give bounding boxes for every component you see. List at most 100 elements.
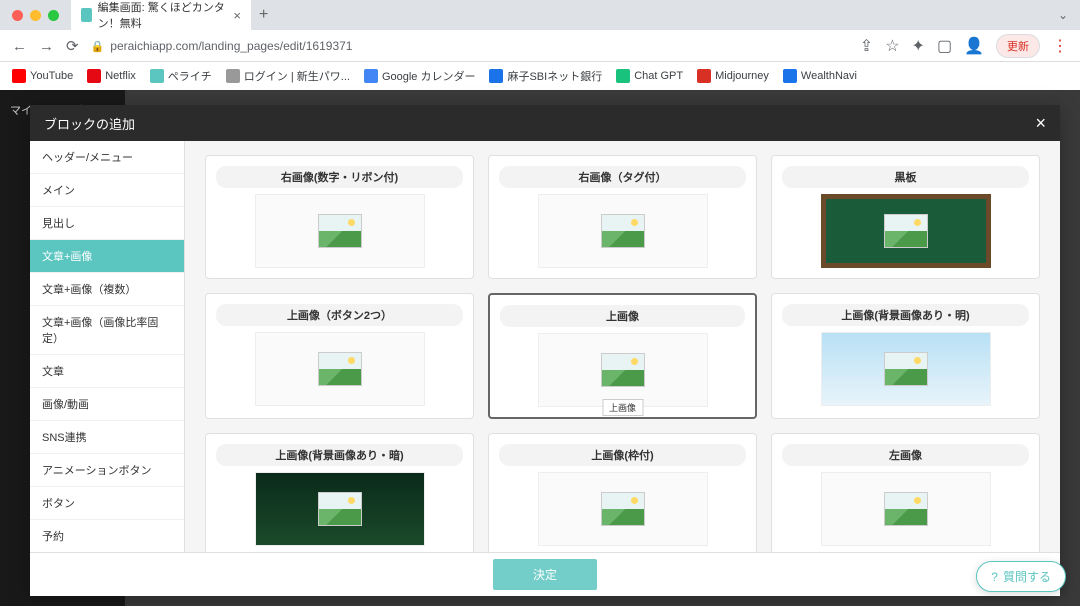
help-button[interactable]: ? 質問する — [976, 561, 1066, 592]
tab-bar: 編集画面: 驚くほどカンタン！無料 × + ⌄ — [0, 0, 1080, 30]
sidebar-item[interactable]: 文章+画像（複数） — [30, 273, 184, 306]
tabs-menu-icon[interactable]: ⌄ — [1058, 8, 1068, 22]
bookmark-icon — [87, 69, 101, 83]
sidebar-item[interactable]: 文章+画像 — [30, 240, 184, 273]
bookmark-item[interactable]: Netflix — [87, 69, 136, 83]
menu-icon[interactable]: ⋮ — [1052, 36, 1068, 56]
modal-footer: 決定 — [30, 552, 1060, 596]
bookmark-star-icon[interactable]: ☆ — [885, 36, 899, 56]
template-card[interactable]: 上画像(背景画像あり・暗) — [205, 433, 474, 552]
template-card[interactable]: 右画像(数字・リボン付) — [205, 155, 474, 279]
add-block-modal: ブロックの追加 × ヘッダー/メニューメイン見出し文章+画像文章+画像（複数）文… — [30, 105, 1060, 596]
bookmark-label: Netflix — [105, 70, 136, 82]
bookmark-item[interactable]: ペライチ — [150, 68, 212, 84]
bookmark-icon — [364, 69, 378, 83]
bookmark-icon — [616, 69, 630, 83]
close-tab-icon[interactable]: × — [233, 8, 241, 23]
sidebar-item[interactable]: アニメーションボタン — [30, 454, 184, 487]
bookmark-label: WealthNavi — [801, 70, 857, 82]
modal-header: ブロックの追加 × — [30, 105, 1060, 141]
sidebar-item[interactable]: 文章+画像（画像比率固定） — [30, 306, 184, 355]
bookmarks-bar: YouTube Netflix ペライチ ログイン | 新生パワ... Google カ… — [0, 62, 1080, 90]
template-preview — [255, 332, 425, 406]
bookmark-item[interactable]: WealthNavi — [783, 69, 857, 83]
sidebar-item[interactable]: 文章 — [30, 355, 184, 388]
modal-title: ブロックの追加 — [44, 114, 135, 133]
template-title: 右画像(数字・リボン付) — [216, 166, 463, 188]
sidebar-item[interactable]: SNS連携 — [30, 421, 184, 454]
extensions-icon[interactable]: ✦ — [912, 36, 925, 56]
template-title: 左画像 — [782, 444, 1029, 466]
preview-image-icon — [884, 214, 928, 248]
browser-chrome: 編集画面: 驚くほどカンタン！無料 × + ⌄ ← → ⟳ 🔒 peraichi… — [0, 0, 1080, 62]
template-preview — [538, 472, 708, 546]
modal-body: ヘッダー/メニューメイン見出し文章+画像文章+画像（複数）文章+画像（画像比率固… — [30, 141, 1060, 552]
template-card[interactable]: 上画像上画像 — [488, 293, 757, 419]
template-card[interactable]: 右画像（タグ付） — [488, 155, 757, 279]
sidebar-item[interactable]: 予約 — [30, 520, 184, 552]
bookmark-item[interactable]: Midjourney — [697, 69, 769, 83]
share-icon[interactable]: ⇪ — [860, 36, 873, 56]
bookmark-icon — [150, 69, 164, 83]
preview-image-icon — [318, 214, 362, 248]
template-card[interactable]: 黒板 — [771, 155, 1040, 279]
panel-icon[interactable]: ▢ — [937, 36, 952, 56]
template-title: 黒板 — [782, 166, 1029, 188]
close-modal-icon[interactable]: × — [1035, 113, 1046, 134]
template-preview: 上画像 — [538, 333, 708, 407]
bookmark-label: Midjourney — [715, 70, 769, 82]
template-preview — [821, 194, 991, 268]
template-title: 上画像(背景画像あり・明) — [782, 304, 1029, 326]
bookmark-item[interactable]: 麻子SBIネット銀行 — [489, 68, 602, 84]
bookmark-item[interactable]: YouTube — [12, 69, 73, 83]
page-content: マイページへ戻る ‹ ブロックの追加 × ヘッダー/メニューメイン見出し文章+画… — [0, 90, 1080, 606]
new-tab-button[interactable]: + — [259, 6, 268, 24]
sidebar-item[interactable]: ヘッダー/メニュー — [30, 141, 184, 174]
bookmark-label: 麻子SBIネット銀行 — [507, 68, 602, 84]
bookmark-icon — [489, 69, 503, 83]
forward-button[interactable]: → — [39, 38, 54, 55]
template-title: 右画像（タグ付） — [499, 166, 746, 188]
question-icon: ? — [991, 570, 998, 584]
reload-button[interactable]: ⟳ — [66, 37, 79, 55]
browser-tab[interactable]: 編集画面: 驚くほどカンタン！無料 × — [71, 0, 251, 36]
update-button[interactable]: 更新 — [996, 34, 1040, 58]
minimize-window-button[interactable] — [30, 10, 41, 21]
sidebar-item[interactable]: 画像/動画 — [30, 388, 184, 421]
template-preview — [821, 472, 991, 546]
bookmark-label: ログイン | 新生パワ... — [244, 68, 350, 84]
toolbar-right: ⇪ ☆ ✦ ▢ 👤 更新 ⋮ — [860, 34, 1068, 58]
preview-image-icon — [884, 492, 928, 526]
template-card[interactable]: 上画像（ボタン2つ） — [205, 293, 474, 419]
sidebar-item[interactable]: 見出し — [30, 207, 184, 240]
favicon — [81, 8, 92, 22]
bookmark-item[interactable]: Google カレンダー — [364, 68, 476, 84]
bookmark-item[interactable]: Chat GPT — [616, 69, 683, 83]
preview-image-icon — [601, 214, 645, 248]
preview-image-icon — [884, 352, 928, 386]
preview-image-icon — [601, 353, 645, 387]
template-title: 上画像(枠付) — [499, 444, 746, 466]
maximize-window-button[interactable] — [48, 10, 59, 21]
address-bar[interactable]: 🔒 peraichiapp.com/landing_pages/edit/161… — [91, 39, 848, 53]
template-card[interactable]: 上画像(背景画像あり・明) — [771, 293, 1040, 419]
template-preview — [538, 194, 708, 268]
back-button[interactable]: ← — [12, 38, 27, 55]
template-preview — [821, 332, 991, 406]
close-window-button[interactable] — [12, 10, 23, 21]
template-preview — [255, 472, 425, 546]
preview-image-icon — [318, 352, 362, 386]
sidebar-item[interactable]: メイン — [30, 174, 184, 207]
template-card[interactable]: 上画像(枠付) — [488, 433, 757, 552]
profile-avatar-icon[interactable]: 👤 — [964, 36, 984, 56]
template-preview — [255, 194, 425, 268]
bookmark-item[interactable]: ログイン | 新生パワ... — [226, 68, 350, 84]
window-controls — [12, 10, 59, 21]
sidebar-item[interactable]: ボタン — [30, 487, 184, 520]
template-card[interactable]: 左画像 — [771, 433, 1040, 552]
bookmark-icon — [226, 69, 240, 83]
template-grid: 右画像(数字・リボン付)右画像（タグ付）黒板上画像（ボタン2つ）上画像上画像上画… — [205, 155, 1040, 552]
decide-button[interactable]: 決定 — [493, 559, 597, 590]
template-title: 上画像(背景画像あり・暗) — [216, 444, 463, 466]
template-title: 上画像 — [500, 305, 745, 327]
